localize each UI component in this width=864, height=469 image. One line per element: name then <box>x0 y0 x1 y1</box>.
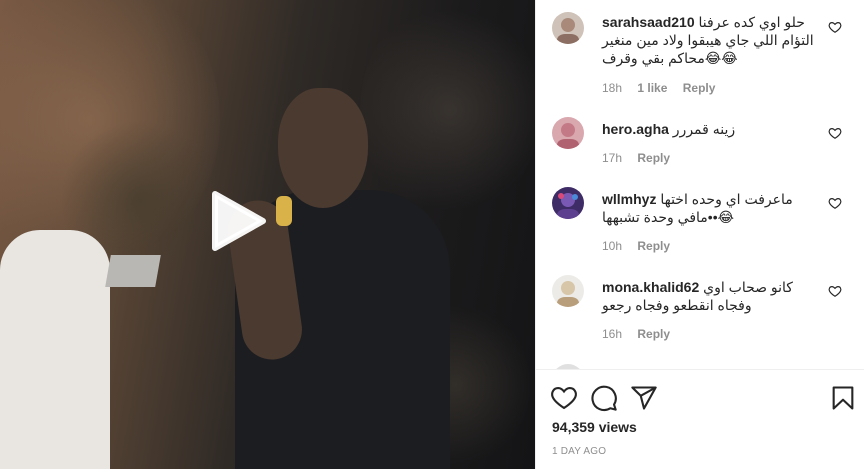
video-figure <box>276 196 292 226</box>
comment-likes[interactable]: 1 like <box>637 81 667 95</box>
post-side-panel: sarahsaad210 حلو اوي كده عرفنا التؤام ال… <box>535 0 864 469</box>
share-icon[interactable] <box>630 384 658 412</box>
comment-username[interactable]: hero.agha <box>602 121 669 137</box>
heart-icon[interactable] <box>828 20 842 34</box>
comment-time[interactable]: 17h <box>602 151 622 165</box>
background-blur <box>360 0 535 220</box>
comment-username[interactable]: wllmhyz <box>602 191 656 207</box>
comment-time[interactable]: 18h <box>602 81 622 95</box>
avatar[interactable] <box>552 12 584 44</box>
heart-icon[interactable] <box>828 126 842 140</box>
play-icon <box>212 191 266 251</box>
heart-icon[interactable] <box>828 196 842 210</box>
divider <box>536 369 864 370</box>
heart-icon[interactable] <box>550 384 578 412</box>
comment-text: sarahsaad210 حلو اوي كده عرفنا التؤام ال… <box>602 13 817 67</box>
comment-meta: 16h Reply <box>602 327 682 341</box>
avatar[interactable] <box>552 117 584 149</box>
comment-meta: 10h Reply <box>602 239 682 253</box>
play-button[interactable] <box>207 190 269 252</box>
reply-button[interactable]: Reply <box>637 327 670 341</box>
video-figure <box>278 88 368 208</box>
comment-meta: 18h 1 like Reply <box>602 81 727 95</box>
comment-text: hero.agha زينه قمررر <box>602 120 817 138</box>
video-figure <box>0 230 110 469</box>
reply-button[interactable]: Reply <box>683 81 716 95</box>
bookmark-icon[interactable] <box>829 384 857 412</box>
heart-icon[interactable] <box>828 284 842 298</box>
comment-text: mona.khalid62 كانو صحاب اوي وفجاه انقطعو… <box>602 278 817 314</box>
comment-icon[interactable] <box>590 384 618 412</box>
comment-body: زينه قمررر <box>672 121 736 137</box>
comment-username[interactable]: mona.khalid62 <box>602 279 699 295</box>
comment-time[interactable]: 16h <box>602 327 622 341</box>
comment-list[interactable]: sarahsaad210 حلو اوي كده عرفنا التؤام ال… <box>536 0 864 370</box>
avatar[interactable] <box>552 187 584 219</box>
video-figure <box>105 255 161 287</box>
video-player[interactable] <box>0 0 535 469</box>
comment-username[interactable]: sarahsaad210 <box>602 14 695 30</box>
comment-meta: 17h Reply <box>602 151 682 165</box>
view-count[interactable]: 94,359 views <box>552 419 637 435</box>
avatar[interactable] <box>552 275 584 307</box>
comment-text: wllmhyz ماعرفت اي وحده اختها ••مافي وحدة… <box>602 190 817 226</box>
reply-button[interactable]: Reply <box>637 151 670 165</box>
comment-time[interactable]: 10h <box>602 239 622 253</box>
post-actions <box>536 380 864 416</box>
post-timestamp[interactable]: 1 DAY AGO <box>552 446 606 457</box>
reply-button[interactable]: Reply <box>637 239 670 253</box>
